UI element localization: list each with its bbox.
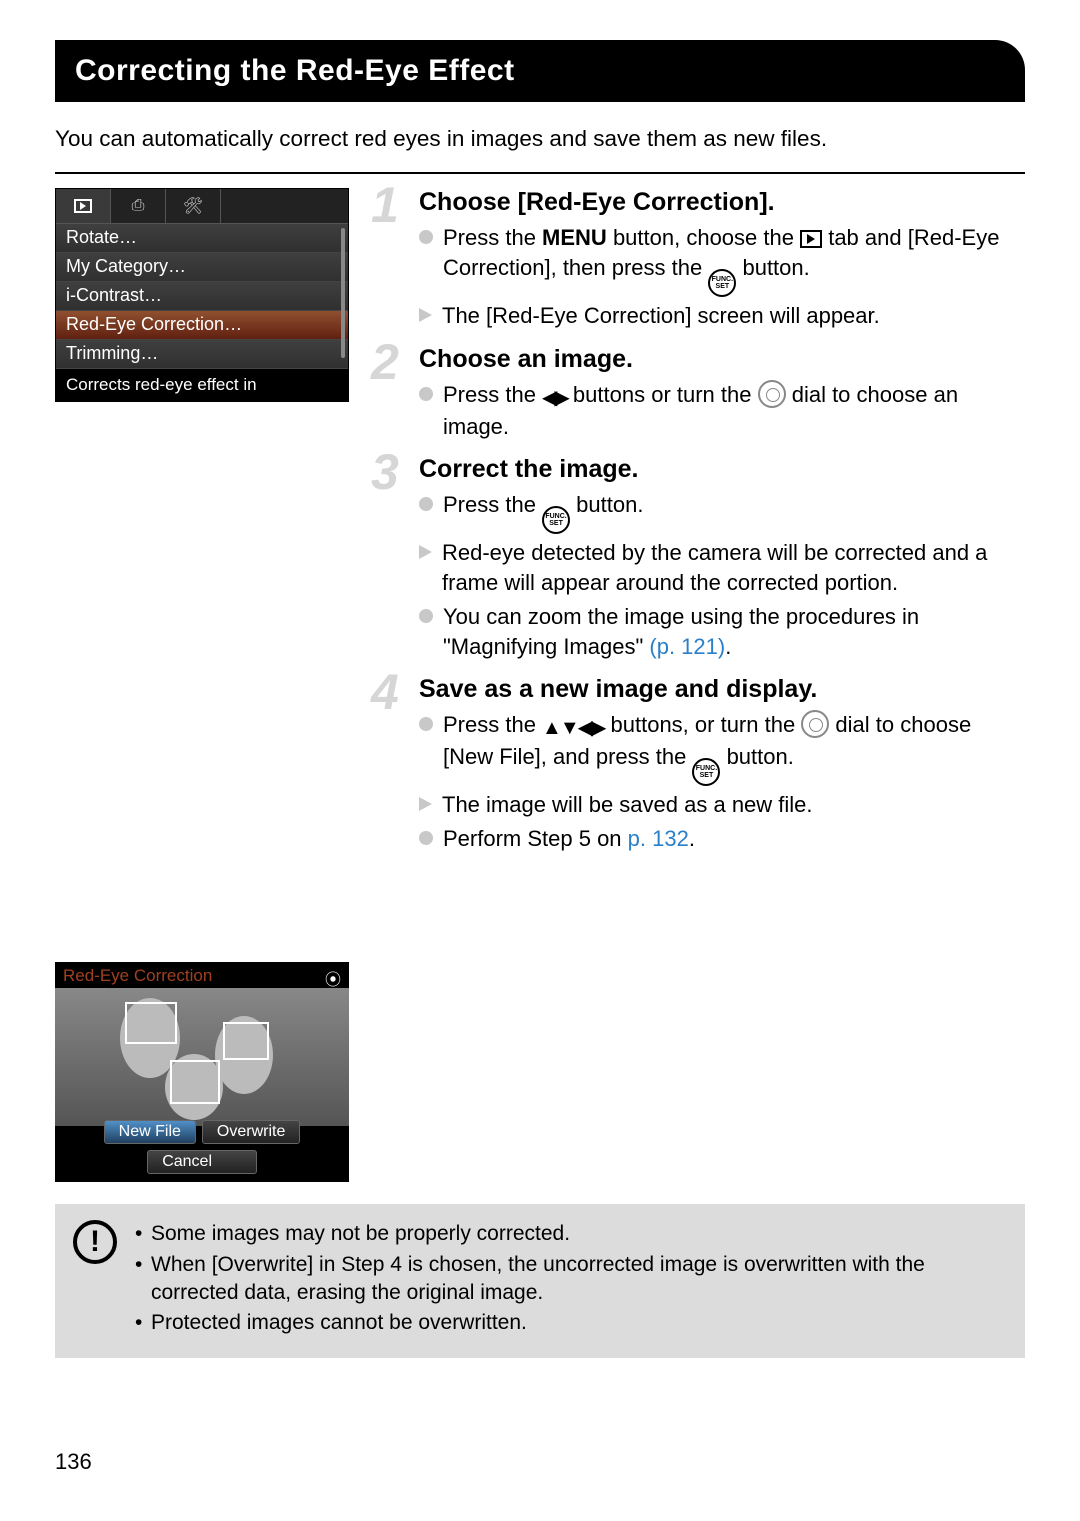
result-arrow-icon (419, 545, 432, 559)
control-dial-icon (801, 710, 829, 738)
page-title: Correcting the Red-Eye Effect (55, 40, 1025, 102)
print-icon: ⎙ (132, 197, 145, 215)
caution-icon: ! (73, 1220, 117, 1264)
menu-item: i-Contrast… (56, 282, 348, 311)
step-bullet: Press the ▲▼◀▶ buttons, or turn the dial… (419, 710, 1025, 786)
caution-item: Protected images cannot be overwritten. (135, 1309, 1005, 1337)
menu-item: Red-Eye Correction… (56, 311, 348, 340)
step-title: Choose an image. (419, 345, 1025, 374)
page-number: 136 (55, 1449, 92, 1475)
control-dial-icon (758, 380, 786, 408)
bullet-icon (419, 230, 433, 244)
result-arrow-icon (419, 308, 432, 322)
step-bullet: Press the MENU button, choose the tab an… (419, 223, 1025, 297)
step-bullet: The image will be saved as a new file. (419, 790, 1025, 820)
face-frame (125, 1002, 177, 1044)
four-way-buttons-icon: ▲▼◀▶ (542, 715, 604, 742)
tab-tools: 🛠 (166, 189, 221, 223)
page-reference-link[interactable]: (p. 121) (649, 634, 725, 659)
intro-text: You can automatically correct red eyes i… (55, 124, 1025, 154)
menu-description: Corrects red-eye effect in (56, 369, 348, 401)
save-dialog-screenshot: Red-Eye Correction ⦿ New FileOverwrite Ca… (55, 962, 349, 1182)
step-bullet: Press the ◀▶ buttons or turn the dial to… (419, 380, 1025, 442)
step-bullet: You can zoom the image using the procedu… (419, 602, 1025, 661)
tab-print: ⎙ (111, 189, 166, 223)
playback-icon (74, 199, 92, 213)
bullet-icon (419, 497, 433, 511)
photo-preview (55, 988, 349, 1126)
divider (55, 172, 1025, 174)
face-frame (223, 1022, 269, 1060)
step-number: 2 (371, 333, 399, 391)
save-option-button: Cancel (147, 1150, 257, 1174)
step-number: 4 (371, 663, 399, 721)
save-dialog-title: Red-Eye Correction (55, 962, 349, 990)
step-number: 1 (371, 176, 399, 234)
caution-box: ! Some images may not be properly correc… (55, 1204, 1025, 1357)
step-title: Choose [Red-Eye Correction]. (419, 188, 1025, 217)
result-arrow-icon (419, 797, 432, 811)
playback-tab-icon (800, 230, 822, 248)
caution-item: Some images may not be properly correcte… (135, 1220, 1005, 1248)
tab-playback (56, 189, 111, 223)
save-option-button: Overwrite (202, 1120, 300, 1144)
step: 4Save as a new image and display.Press t… (375, 675, 1025, 853)
left-right-buttons-icon: ◀▶ (542, 385, 567, 412)
step-bullet: Press the FUNC.SET button. (419, 490, 1025, 534)
bullet-icon (419, 831, 433, 845)
step-title: Correct the image. (419, 455, 1025, 484)
bullet-icon (419, 609, 433, 623)
camera-menu-screenshot: ⎙ 🛠 Rotate…My Category…i-Contrast…Red-Ey… (55, 188, 349, 402)
bullet-icon (419, 387, 433, 401)
save-option-button: New File (104, 1120, 196, 1144)
func-set-button-icon: FUNC.SET (692, 758, 720, 786)
menu-item: My Category… (56, 253, 348, 282)
caution-item: When [Overwrite] in Step 4 is chosen, th… (135, 1251, 1005, 1308)
func-set-button-icon: FUNC.SET (542, 506, 570, 534)
face-frame (170, 1060, 220, 1104)
step-number: 3 (371, 443, 399, 501)
step-bullet: Perform Step 5 on p. 132. (419, 824, 1025, 854)
magnify-icon: ⦿ (325, 966, 341, 990)
menu-button-icon: MENU (542, 225, 607, 250)
menu-item: Trimming… (56, 340, 348, 369)
bullet-icon (419, 717, 433, 731)
menu-item: Rotate… (56, 224, 348, 253)
page-reference-link[interactable]: p. 132 (628, 826, 689, 851)
menu-scrollbar (341, 228, 345, 358)
step: 1Choose [Red-Eye Correction].Press the M… (375, 188, 1025, 330)
step: 3Correct the image.Press the FUNC.SET bu… (375, 455, 1025, 661)
tools-icon: 🛠 (183, 196, 203, 216)
step-bullet: The [Red-Eye Correction] screen will app… (419, 301, 1025, 331)
step: 2Choose an image.Press the ◀▶ buttons or… (375, 345, 1025, 442)
step-title: Save as a new image and display. (419, 675, 1025, 704)
func-set-button-icon: FUNC.SET (708, 269, 736, 297)
step-bullet: Red-eye detected by the camera will be c… (419, 538, 1025, 597)
